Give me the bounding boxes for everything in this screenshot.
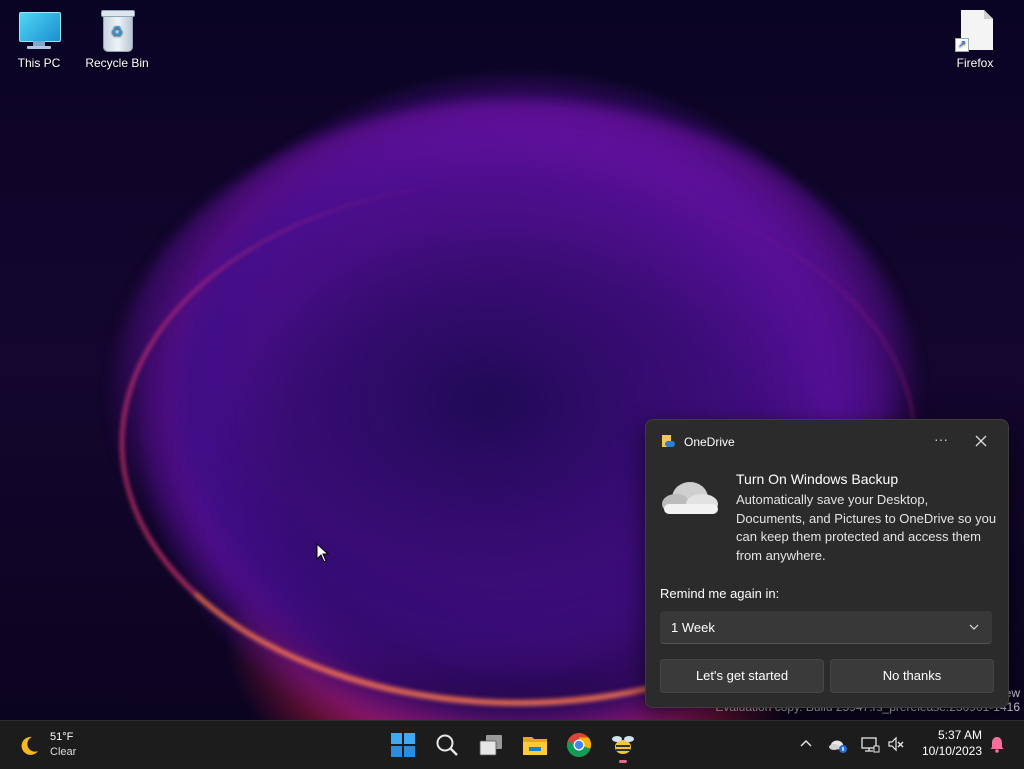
notification-title: Turn On Windows Backup <box>736 471 899 487</box>
recycle-bin-icon: ♻ <box>95 8 139 52</box>
search-icon <box>436 734 458 756</box>
close-icon <box>975 435 987 447</box>
remind-interval-select[interactable]: 1 Week <box>660 611 992 644</box>
onedrive-notification[interactable]: OneDrive ··· Turn On Windows Backup Auto… <box>645 419 1009 708</box>
remind-label: Remind me again in: <box>660 586 780 601</box>
notification-app-name: OneDrive <box>684 435 735 449</box>
start-icon <box>391 733 415 757</box>
mouse-pointer-icon <box>316 543 330 563</box>
no-thanks-button[interactable]: No thanks <box>830 659 994 693</box>
desktop-icon-recycle-bin[interactable]: ♻ Recycle Bin <box>82 8 152 70</box>
remind-selected-value: 1 Week <box>671 620 715 635</box>
clock-time: 5:37 AM <box>937 728 982 742</box>
onedrive-icon[interactable] <box>828 734 848 754</box>
chrome-icon <box>567 733 592 757</box>
task-view-button[interactable] <box>476 730 506 760</box>
network-icon[interactable] <box>860 734 880 754</box>
lets-get-started-button[interactable]: Let's get started <box>660 659 824 693</box>
start-button[interactable] <box>388 730 418 760</box>
moon-icon <box>21 736 38 755</box>
computer-icon <box>17 8 61 52</box>
onedrive-app-icon <box>662 435 675 449</box>
running-app-indicator <box>619 760 627 763</box>
weather-temperature: 51°F <box>50 731 74 743</box>
weather-condition: Clear <box>50 746 77 758</box>
file-explorer-button[interactable] <box>520 730 550 760</box>
desktop-icon-label: Firefox <box>956 56 994 70</box>
shortcut-arrow-icon: ↗ <box>955 38 969 52</box>
system-clock[interactable]: 5:37 AM 10/10/2023 <box>910 727 982 759</box>
desktop-icon-firefox[interactable]: ↗ Firefox <box>940 8 1010 70</box>
chevron-up-icon[interactable] <box>798 736 814 752</box>
clock-date: 10/10/2023 <box>921 744 982 758</box>
shortcut-file-icon: ↗ <box>953 8 997 52</box>
pinned-app-button[interactable] <box>608 730 638 760</box>
search-button[interactable] <box>432 730 462 760</box>
file-explorer-icon <box>523 737 547 755</box>
desktop-icon-this-pc[interactable]: This PC <box>4 8 74 70</box>
desktop-icon-label: Recycle Bin <box>85 56 149 70</box>
notification-header: OneDrive <box>662 434 735 450</box>
more-options-button[interactable]: ··· <box>930 430 952 452</box>
bell-icon[interactable] <box>987 734 1007 754</box>
notification-body: Automatically save your Desktop, Documen… <box>736 492 997 563</box>
chevron-down-icon <box>969 624 979 630</box>
task-view-icon <box>479 735 502 756</box>
chrome-button[interactable] <box>564 730 594 760</box>
app-icon <box>612 736 634 754</box>
close-button[interactable] <box>970 430 992 452</box>
volume-muted-icon[interactable] <box>886 734 906 754</box>
desktop-icon-label: This PC <box>17 56 61 70</box>
cloud-icon <box>662 482 718 514</box>
